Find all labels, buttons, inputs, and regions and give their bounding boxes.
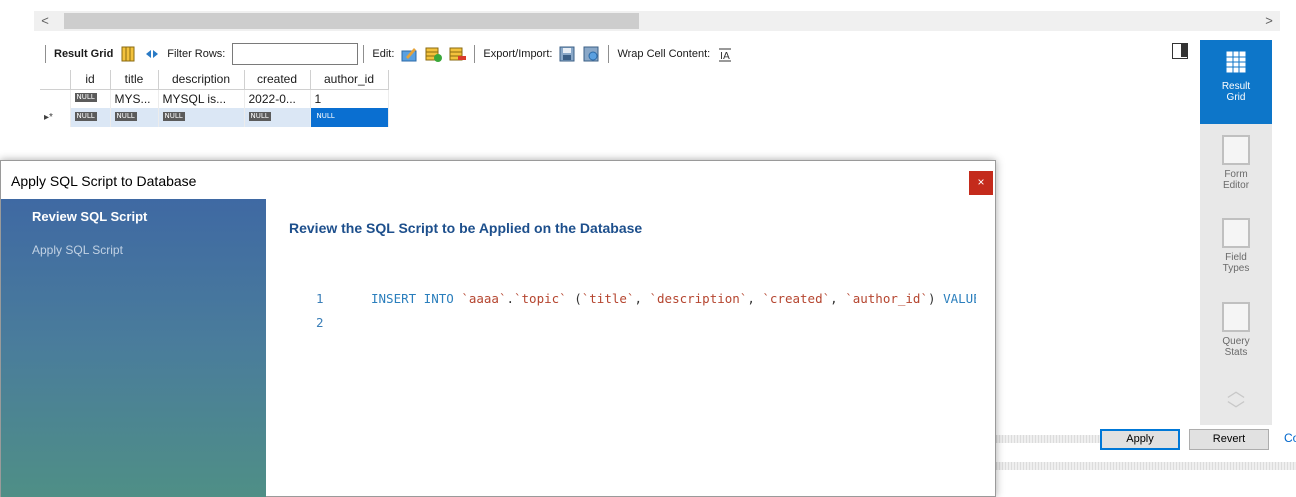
wrap-cell-label: Wrap Cell Content: <box>617 48 711 60</box>
import-icon[interactable] <box>582 45 600 63</box>
column-header-id[interactable]: id <box>70 70 111 90</box>
new-cell-created[interactable]: NULL <box>244 108 311 127</box>
cell-author-id[interactable]: 1 <box>310 89 389 108</box>
sql-token: , <box>747 291 763 306</box>
export-import-label: Export/Import: <box>483 48 553 60</box>
line-number: 1 <box>316 291 324 306</box>
field-types-icon <box>1222 218 1250 248</box>
side-form-editor-button[interactable]: Form Editor <box>1200 135 1272 191</box>
scrollbar-thumb[interactable] <box>64 13 639 29</box>
sql-token: `aaaa` <box>461 291 507 306</box>
cell-title[interactable]: MYS... <box>110 89 159 108</box>
null-badge: NULL <box>74 111 97 121</box>
sql-token: ) <box>928 291 944 306</box>
query-stats-icon <box>1222 302 1250 332</box>
result-toolbar: Result Grid Filter Rows: Edit: Export/Im… <box>40 40 1200 68</box>
new-row-marker[interactable]: ▸* <box>40 108 71 127</box>
sql-code-line[interactable]: INSERT INTO `aaaa`.`topic` (`title`, `de… <box>371 291 976 306</box>
side-field-types-button[interactable]: Field Types <box>1200 218 1272 274</box>
result-grid-icon <box>1222 47 1250 77</box>
apply-sql-dialog: Apply SQL Script to Database × Review SQ… <box>0 160 996 497</box>
export-icon[interactable] <box>558 45 576 63</box>
column-header-title[interactable]: title <box>110 70 159 90</box>
null-badge: NULL <box>162 111 185 121</box>
close-icon[interactable]: × <box>969 171 993 195</box>
edit-cell-icon[interactable] <box>400 45 418 63</box>
sql-token: `created` <box>762 291 831 306</box>
line-number: 2 <box>316 315 324 330</box>
apply-button[interactable]: Apply <box>1100 429 1180 450</box>
delete-row-icon[interactable] <box>448 45 467 63</box>
null-badge: NULL <box>314 111 337 121</box>
null-badge: NULL <box>248 111 271 121</box>
splitter-bar[interactable] <box>996 462 1296 470</box>
column-header-created[interactable]: created <box>244 70 311 90</box>
sql-token: `topic` <box>514 291 567 306</box>
refresh-icon[interactable] <box>143 45 161 63</box>
side-query-stats-label: Query Stats <box>1222 336 1250 358</box>
scroll-left-icon[interactable]: < <box>36 12 54 30</box>
new-row[interactable]: ▸* NULL NULL NULL NULL NULL <box>40 108 389 127</box>
toolbar-separator <box>363 45 365 63</box>
toolbar-separator <box>608 45 610 63</box>
sql-token: INSERT INTO <box>371 291 462 306</box>
horizontal-scrollbar[interactable]: < > <box>34 11 1280 31</box>
new-cell-title[interactable]: NULL <box>110 108 159 127</box>
grid-header-row: id title description created author_id <box>40 70 389 90</box>
wrap-text-icon[interactable]: IA <box>716 45 734 63</box>
context-help-link[interactable]: Co <box>1284 431 1296 445</box>
column-header-description[interactable]: description <box>158 70 245 90</box>
cell-created[interactable]: 2022-0... <box>244 89 311 108</box>
filter-rows-label: Filter Rows: <box>167 48 226 60</box>
new-cell-description[interactable]: NULL <box>158 108 245 127</box>
side-result-grid-button[interactable]: Result Grid <box>1200 40 1272 124</box>
chevron-up-icon[interactable]: ︿ <box>1224 382 1248 400</box>
wizard-step-review: Review SQL Script <box>32 209 148 224</box>
sql-token: `description` <box>649 291 748 306</box>
toolbar-separator <box>474 45 476 63</box>
column-header-author-id[interactable]: author_id <box>310 70 389 90</box>
scroll-right-icon[interactable]: > <box>1260 12 1278 30</box>
filter-rows-input[interactable] <box>232 43 359 65</box>
wizard-step-apply: Apply SQL Script <box>32 243 123 257</box>
side-panel: Result Grid Form Editor Field Types Quer… <box>1200 40 1272 425</box>
side-form-editor-label: Form Editor <box>1222 169 1250 191</box>
dialog-heading: Review the SQL Script to be Applied on t… <box>289 220 643 236</box>
edit-label: Edit: <box>372 48 395 60</box>
dialog-title: Apply SQL Script to Database <box>11 173 197 189</box>
toolbar-separator <box>45 45 46 63</box>
add-row-icon[interactable] <box>424 45 443 63</box>
sql-token: `author_id` <box>845 291 928 306</box>
null-badge: NULL <box>74 92 97 102</box>
new-cell-id[interactable]: NULL <box>70 108 111 127</box>
cell-id[interactable]: NULL <box>70 89 111 108</box>
sql-token: `title` <box>581 291 635 306</box>
sql-token: , <box>830 291 846 306</box>
revert-button[interactable]: Revert <box>1189 429 1269 450</box>
new-cell-author-id[interactable]: NULL <box>310 108 389 127</box>
null-badge: NULL <box>114 111 137 121</box>
form-editor-icon <box>1222 135 1250 165</box>
result-grid-label: Result Grid <box>54 48 114 60</box>
grid-layout-icon[interactable] <box>119 45 137 63</box>
cell-description[interactable]: MYSQL is... <box>158 89 245 108</box>
result-grid: id title description created author_id N… <box>40 70 389 127</box>
sql-token: VALUES <box>943 291 976 306</box>
sql-token: . <box>506 291 514 306</box>
chevron-down-icon[interactable]: ﹀ <box>1224 401 1248 419</box>
table-row[interactable]: NULL MYS... MYSQL is... 2022-0... 1 <box>40 89 389 108</box>
side-field-types-label: Field Types <box>1222 252 1250 274</box>
row-header[interactable] <box>40 89 71 108</box>
toggle-panel-icon[interactable] <box>1172 43 1188 59</box>
side-query-stats-button[interactable]: Query Stats <box>1200 302 1272 358</box>
wizard-steps-panel: Review SQL Script Apply SQL Script <box>1 199 266 497</box>
svg-text:IA: IA <box>720 51 730 62</box>
side-result-grid-label: Result Grid <box>1221 81 1251 103</box>
sql-token: ( <box>566 291 582 306</box>
sql-token: , <box>634 291 650 306</box>
row-header-corner <box>40 70 71 90</box>
